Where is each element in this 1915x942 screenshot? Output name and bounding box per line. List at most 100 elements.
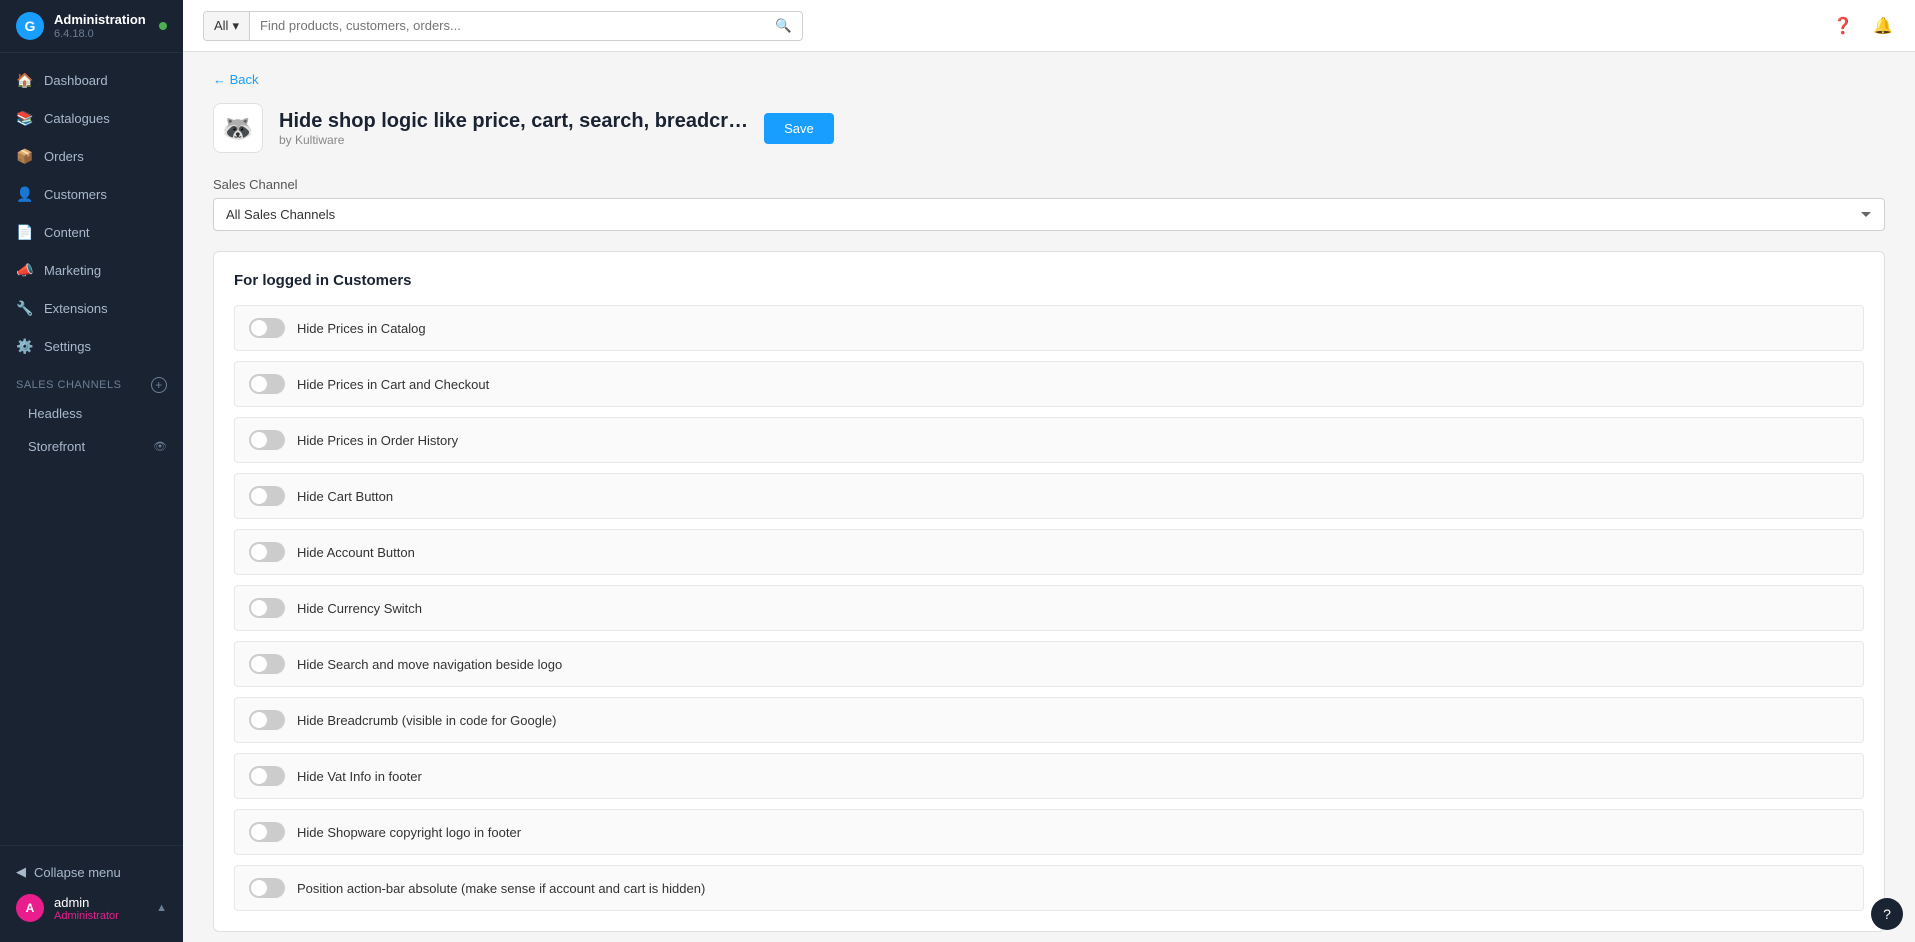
toggle-label-hide-prices-catalog: Hide Prices in Catalog — [297, 321, 426, 336]
toggle-label-hide-vat-info: Hide Vat Info in footer — [297, 769, 422, 784]
search-input[interactable] — [250, 12, 765, 39]
toggle-label-hide-shopware-logo: Hide Shopware copyright logo in footer — [297, 825, 521, 840]
support-icon[interactable]: ? — [1871, 898, 1903, 930]
topbar-actions: ❓ 🔔 — [1831, 14, 1895, 38]
sidebar-item-customers[interactable]: 👤 Customers — [0, 175, 183, 213]
dashboard-icon: 🏠 — [16, 71, 34, 89]
sidebar-item-headless[interactable]: Headless — [0, 397, 183, 430]
sidebar-item-content[interactable]: 📄 Content — [0, 213, 183, 251]
sidebar-item-settings[interactable]: ⚙️ Settings — [0, 327, 183, 365]
collapse-label: Collapse menu — [34, 865, 121, 880]
plugin-title: Hide shop logic like price, cart, search… — [279, 110, 748, 133]
sales-channels-section: Sales Channels + — [0, 365, 183, 397]
toggle-row-hide-vat-info: Hide Vat Info in footer — [234, 753, 1864, 799]
search-button[interactable]: 🔍 — [765, 12, 802, 40]
toggle-row-hide-prices-order-history: Hide Prices in Order History — [234, 417, 1864, 463]
toggle-hide-search-navigation[interactable] — [249, 654, 285, 674]
storefront-visibility-icon: 👁 — [153, 440, 167, 453]
sidebar-item-extensions[interactable]: 🔧 Extensions — [0, 289, 183, 327]
back-link[interactable]: ← Back — [213, 72, 1885, 87]
sidebar-item-label: Customers — [44, 187, 107, 202]
toggle-hide-breadcrumb[interactable] — [249, 710, 285, 730]
sales-channel-label: Sales Channel — [213, 177, 1885, 192]
toggle-row-hide-account-button: Hide Account Button — [234, 529, 1864, 575]
toggle-position-action-bar[interactable] — [249, 878, 285, 898]
toggle-hide-vat-info[interactable] — [249, 766, 285, 786]
toggle-label-hide-breadcrumb: Hide Breadcrumb (visible in code for Goo… — [297, 713, 556, 728]
extensions-icon: 🔧 — [16, 299, 34, 317]
settings-icon: ⚙️ — [16, 337, 34, 355]
plugin-by: by Kultiware — [279, 133, 748, 147]
toggle-hide-account-button[interactable] — [249, 542, 285, 562]
toggle-hide-cart-button[interactable] — [249, 486, 285, 506]
orders-icon: 📦 — [16, 147, 34, 165]
toggle-label-position-action-bar: Position action-bar absolute (make sense… — [297, 881, 705, 896]
notifications-icon[interactable]: 🔔 — [1871, 14, 1895, 38]
toggle-label-hide-currency-switch: Hide Currency Switch — [297, 601, 422, 616]
help-icon[interactable]: ❓ — [1831, 14, 1855, 38]
sidebar-header: G Administration 6.4.18.0 — [0, 0, 183, 53]
toggle-row-hide-cart-button: Hide Cart Button — [234, 473, 1864, 519]
toggle-row-hide-currency-switch: Hide Currency Switch — [234, 585, 1864, 631]
page-content: ← Back 🦝 Hide shop logic like price, car… — [183, 52, 1915, 942]
catalogues-icon: 📚 — [16, 109, 34, 127]
user-role: Administrator — [54, 910, 146, 922]
toggle-label-hide-account-button: Hide Account Button — [297, 545, 415, 560]
sidebar-item-label: Marketing — [44, 263, 101, 278]
sidebar: G Administration 6.4.18.0 🏠 Dashboard 📚 … — [0, 0, 183, 942]
sidebar-item-label: Catalogues — [44, 111, 110, 126]
app-version: 6.4.18.0 — [54, 28, 146, 40]
toggles-container: Hide Prices in Catalog Hide Prices in Car… — [234, 305, 1864, 911]
sidebar-item-dashboard[interactable]: 🏠 Dashboard — [0, 61, 183, 99]
sidebar-item-label: Dashboard — [44, 73, 108, 88]
avatar: A — [16, 894, 44, 922]
chevron-down-icon: ▾ — [232, 18, 239, 34]
sidebar-item-marketing[interactable]: 📣 Marketing — [0, 251, 183, 289]
app-name: Administration — [54, 12, 146, 28]
save-button[interactable]: Save — [764, 113, 834, 144]
search-bar: All ▾ 🔍 — [203, 11, 803, 41]
section-card: For logged in Customers Hide Prices in C… — [213, 251, 1885, 932]
add-sales-channel-button[interactable]: + — [151, 377, 167, 393]
toggle-row-hide-breadcrumb: Hide Breadcrumb (visible in code for Goo… — [234, 697, 1864, 743]
toggle-hide-prices-cart[interactable] — [249, 374, 285, 394]
toggle-hide-prices-catalog[interactable] — [249, 318, 285, 338]
toggle-hide-currency-switch[interactable] — [249, 598, 285, 618]
sidebar-item-label: Orders — [44, 149, 84, 164]
topbar: All ▾ 🔍 ❓ 🔔 — [183, 0, 1915, 52]
toggle-row-hide-search-navigation: Hide Search and move navigation beside l… — [234, 641, 1864, 687]
username: admin — [54, 895, 146, 910]
collapse-menu-button[interactable]: ◀ Collapse menu — [16, 858, 167, 886]
sales-channel-select[interactable]: All Sales Channels — [213, 198, 1885, 231]
main-nav: 🏠 Dashboard 📚 Catalogues 📦 Orders 👤 Cust… — [0, 53, 183, 845]
toggle-label-hide-search-navigation: Hide Search and move navigation beside l… — [297, 657, 562, 672]
toggle-hide-prices-order-history[interactable] — [249, 430, 285, 450]
sidebar-item-storefront[interactable]: Storefront 👁 — [0, 430, 183, 463]
toggle-label-hide-cart-button: Hide Cart Button — [297, 489, 393, 504]
user-menu-chevron[interactable]: ▲ — [156, 902, 167, 914]
sidebar-footer: ◀ Collapse menu A admin Administrator ▲ — [0, 845, 183, 942]
search-filter-label: All — [214, 18, 228, 33]
sidebar-item-catalogues[interactable]: 📚 Catalogues — [0, 99, 183, 137]
toggle-label-hide-prices-cart: Hide Prices in Cart and Checkout — [297, 377, 489, 392]
plugin-emoji: 🦝 — [222, 113, 254, 144]
collapse-icon: ◀ — [16, 864, 26, 880]
sidebar-item-orders[interactable]: 📦 Orders — [0, 137, 183, 175]
toggle-label-hide-prices-order-history: Hide Prices in Order History — [297, 433, 458, 448]
sidebar-item-label: Content — [44, 225, 90, 240]
main-content: All ▾ 🔍 ❓ 🔔 ← Back 🦝 Hide shop logic lik… — [183, 0, 1915, 942]
toggle-row-hide-prices-catalog: Hide Prices in Catalog — [234, 305, 1864, 351]
toggle-row-hide-prices-cart: Hide Prices in Cart and Checkout — [234, 361, 1864, 407]
marketing-icon: 📣 — [16, 261, 34, 279]
section-title: For logged in Customers — [234, 272, 1864, 289]
toggle-row-hide-shopware-logo: Hide Shopware copyright logo in footer — [234, 809, 1864, 855]
app-logo: G — [16, 12, 44, 40]
sidebar-item-label: Settings — [44, 339, 91, 354]
toggle-hide-shopware-logo[interactable] — [249, 822, 285, 842]
toggle-row-position-action-bar: Position action-bar absolute (make sense… — [234, 865, 1864, 911]
plugin-header: 🦝 Hide shop logic like price, cart, sear… — [213, 103, 1885, 153]
customers-icon: 👤 — [16, 185, 34, 203]
sidebar-item-label: Extensions — [44, 301, 108, 316]
plugin-logo: 🦝 — [213, 103, 263, 153]
search-filter-dropdown[interactable]: All ▾ — [204, 12, 250, 40]
